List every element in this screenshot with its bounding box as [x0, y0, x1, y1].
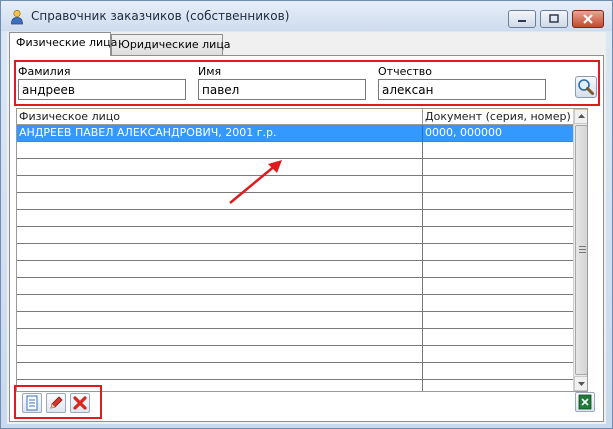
cell-divider [422, 159, 423, 176]
table-row[interactable] [17, 261, 573, 278]
annotation-arrow-icon [229, 160, 282, 204]
cell-divider [422, 295, 423, 312]
cell-divider [422, 244, 423, 261]
minimize-icon [518, 20, 526, 22]
maximize-icon [549, 14, 559, 23]
window-client-area: Физические лица Юридические лица Фамилия… [7, 32, 606, 424]
window-title: Справочник заказчиков (собственников) [31, 9, 290, 23]
magnifier-icon [578, 79, 594, 95]
search-filter-highlight: Фамилия Имя Отчество [14, 60, 600, 106]
person-icon [11, 9, 23, 25]
surname-label: Фамилия [18, 65, 71, 78]
tab-label: Физические лица [16, 36, 118, 49]
column-divider [422, 109, 423, 125]
name-input[interactable] [198, 79, 366, 100]
person-cell: АНДРЕЕВ ПАВЕЛ АЛЕКСАНДРОВИЧ, 2001 г.р. [19, 126, 277, 139]
table-row[interactable]: АНДРЕЕВ ПАВЕЛ АЛЕКСАНДРОВИЧ, 2001 г.р. 0… [17, 125, 573, 142]
scroll-thumb[interactable] [575, 125, 587, 375]
scroll-up-button[interactable] [574, 109, 587, 124]
cell-divider [422, 227, 423, 244]
tab-legal-entities[interactable]: Юридические лица [111, 34, 231, 56]
add-button[interactable] [22, 393, 42, 413]
close-button[interactable] [572, 10, 604, 28]
vertical-scrollbar[interactable] [573, 109, 587, 391]
cell-divider [422, 176, 423, 193]
cell-divider [422, 312, 423, 329]
table-row[interactable] [17, 346, 573, 363]
excel-icon [578, 394, 592, 410]
arrow-down-icon [578, 382, 585, 386]
scroll-down-button[interactable] [574, 376, 587, 391]
column-header-person[interactable]: Физическое лицо [19, 110, 120, 123]
delete-button[interactable] [70, 393, 90, 413]
cell-divider [422, 210, 423, 227]
minimize-button[interactable] [508, 10, 536, 28]
grip-line [579, 252, 586, 253]
table-row[interactable] [17, 278, 573, 295]
cell-divider [422, 329, 423, 346]
tab-label: Юридические лица [118, 38, 231, 51]
cell-divider [422, 363, 423, 380]
grid-header: Физическое лицо Документ (серия, номер) [17, 109, 573, 125]
delete-x-icon [73, 396, 87, 410]
table-row[interactable] [17, 329, 573, 346]
name-label: Имя [198, 65, 222, 78]
table-row[interactable] [17, 244, 573, 261]
surname-input[interactable] [18, 79, 186, 100]
cell-divider [422, 142, 423, 159]
close-icon [583, 14, 593, 24]
maximize-button[interactable] [540, 10, 568, 28]
title-bar[interactable]: Справочник заказчиков (собственников) [1, 1, 612, 31]
toolbar-highlight [14, 385, 102, 419]
patronymic-label: Отчество [378, 65, 433, 78]
cell-divider [422, 346, 423, 363]
document-cell: 0000, 000000 [425, 126, 502, 139]
table-row[interactable] [17, 312, 573, 329]
cell-divider [422, 380, 423, 391]
new-document-icon [26, 395, 38, 411]
cell-divider [422, 278, 423, 295]
table-row[interactable] [17, 227, 573, 244]
column-header-document[interactable]: Документ (серия, номер) [425, 110, 571, 123]
individuals-grid: Физическое лицо Документ (серия, номер) … [16, 108, 588, 392]
table-row[interactable] [17, 210, 573, 227]
cell-divider [422, 125, 423, 142]
edit-button[interactable] [46, 393, 66, 413]
arrow-up-icon [578, 114, 585, 118]
table-row[interactable] [17, 295, 573, 312]
table-row[interactable] [17, 363, 573, 380]
pencil-icon [50, 396, 63, 409]
export-excel-button[interactable] [575, 392, 595, 412]
grip-line [579, 246, 586, 247]
cell-divider [422, 193, 423, 210]
customer-directory-window: Справочник заказчиков (собственников) Фи… [0, 0, 613, 429]
patronymic-input[interactable] [378, 79, 546, 100]
individuals-panel: Фамилия Имя Отчество Физическое лицо [9, 55, 604, 422]
search-button[interactable] [575, 76, 597, 98]
grip-line [579, 249, 586, 250]
cell-divider [422, 261, 423, 278]
tab-individuals[interactable]: Физические лица [9, 32, 117, 56]
